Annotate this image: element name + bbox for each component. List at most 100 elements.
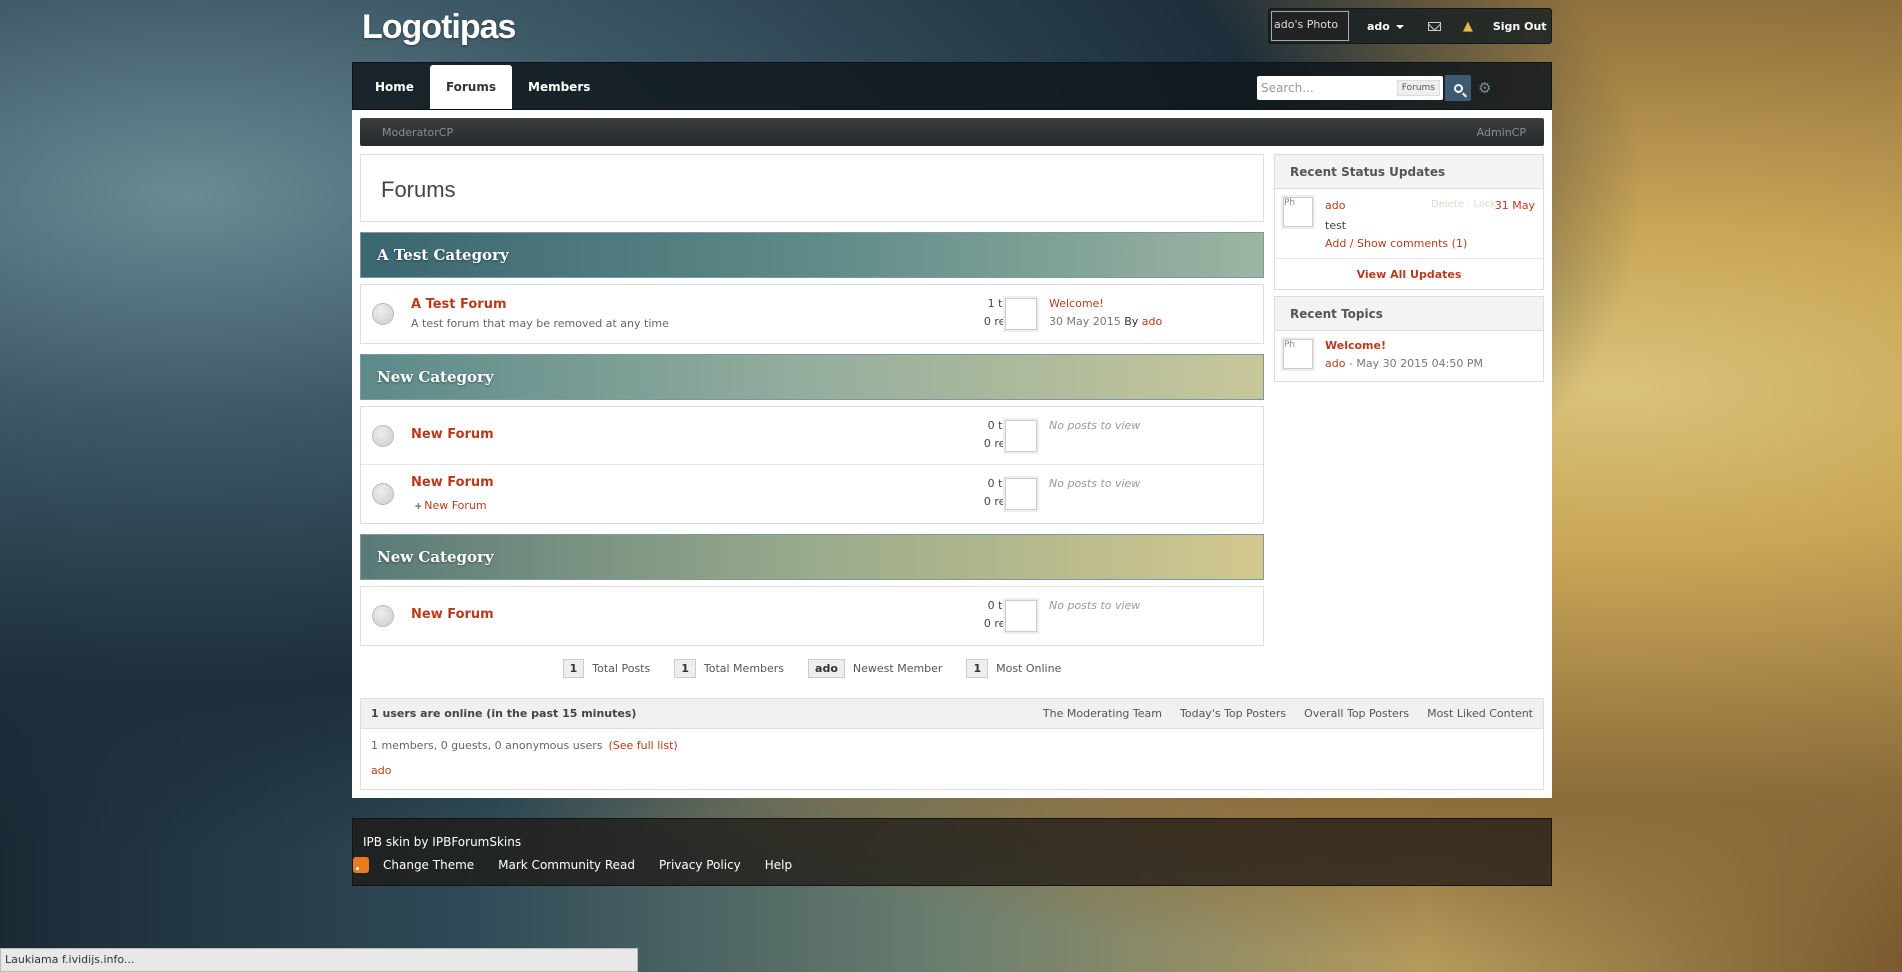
newest-member-link[interactable]: ado bbox=[808, 658, 845, 678]
gear-icon[interactable]: ⚙ bbox=[1478, 79, 1491, 97]
topic-author[interactable]: ado bbox=[1325, 357, 1345, 370]
bell-icon[interactable]: ▲ bbox=[1463, 19, 1473, 34]
forum-read-icon[interactable] bbox=[372, 425, 394, 447]
user-photo[interactable]: ado's Photo bbox=[1271, 11, 1349, 41]
no-posts-label: No posts to view bbox=[1049, 477, 1141, 490]
help-link[interactable]: Help bbox=[765, 858, 792, 872]
last-post-avatar bbox=[1005, 600, 1037, 632]
tab-members[interactable]: Members bbox=[512, 65, 606, 109]
forum-row: New Forum 0 topics 0 replies No posts to… bbox=[361, 407, 1263, 465]
stat-label: Newest Member bbox=[852, 661, 943, 675]
forum-list: New Forum 0 topics 0 replies No posts to… bbox=[360, 586, 1264, 646]
status-item: Ph ado Delete · Lock 31 May test Add / S… bbox=[1275, 189, 1543, 259]
last-post-author[interactable]: ado bbox=[1142, 315, 1162, 328]
mod-bar: ModeratorCP AdminCP bbox=[360, 118, 1544, 146]
sign-out-link[interactable]: Sign Out bbox=[1493, 20, 1547, 33]
page-content: ModeratorCP AdminCP Forums A Test Catego… bbox=[352, 110, 1552, 798]
stat-value: 1 bbox=[562, 658, 585, 678]
tab-home[interactable]: Home bbox=[359, 65, 430, 109]
forum-read-icon[interactable] bbox=[372, 303, 394, 325]
topic-item: Ph Welcome! ado - May 30 2015 04:50 PM bbox=[1275, 331, 1543, 381]
no-posts-label: No posts to view bbox=[1049, 599, 1141, 612]
forum-read-icon[interactable] bbox=[372, 483, 394, 505]
forum-list: A Test Forum A test forum that may be re… bbox=[360, 284, 1264, 344]
search-button[interactable] bbox=[1445, 75, 1471, 101]
last-post-title[interactable]: Welcome! bbox=[1049, 297, 1104, 310]
forum-list: New Forum 0 topics 0 replies No posts to… bbox=[360, 406, 1264, 524]
status-avatar[interactable]: Ph bbox=[1283, 197, 1313, 227]
skin-credit[interactable]: IPB skin by IPBForumSkins bbox=[363, 835, 1541, 849]
status-date[interactable]: 31 May bbox=[1495, 199, 1535, 212]
status-actions[interactable]: Delete · Lock bbox=[1431, 199, 1496, 210]
forum-title[interactable]: New Forum bbox=[411, 427, 494, 442]
browser-status-bar: Laukiama f.ividijs.info... bbox=[0, 948, 638, 972]
category-header[interactable]: New Category bbox=[360, 354, 1264, 400]
most-liked-content-link[interactable]: Most Liked Content bbox=[1427, 707, 1533, 720]
online-user-link[interactable]: ado bbox=[371, 764, 391, 777]
user-bar: ado's Photo ado ▲ Sign Out bbox=[1268, 8, 1552, 44]
chevron-down-icon[interactable] bbox=[1395, 25, 1404, 29]
stat-label: Most Online bbox=[996, 661, 1062, 675]
forum-row: New Forum New Forum 0 topics 0 replies N… bbox=[361, 465, 1263, 523]
status-text: test bbox=[1325, 219, 1347, 232]
forum-row: A Test Forum A test forum that may be re… bbox=[361, 285, 1263, 343]
board-stats: 1 Total Posts 1 Total Members ado Newest Me… bbox=[360, 658, 1264, 678]
moderating-team-link[interactable]: The Moderating Team bbox=[1043, 707, 1162, 720]
search-box[interactable]: Search... Forums bbox=[1257, 76, 1443, 100]
search-icon bbox=[1453, 83, 1463, 93]
online-links: The Moderating Team Today's Top Posters … bbox=[1043, 707, 1533, 720]
forum-title[interactable]: New Forum bbox=[411, 475, 494, 490]
stat-label: Total Members bbox=[703, 661, 785, 675]
see-full-list-link[interactable]: (See full list) bbox=[608, 739, 677, 752]
last-post-avatar bbox=[1005, 420, 1037, 452]
view-all-updates-link[interactable]: View All Updates bbox=[1275, 259, 1543, 289]
mark-read-link[interactable]: Mark Community Read bbox=[498, 858, 635, 872]
recent-topics-box: Recent Topics Ph Welcome! ado - May 30 2… bbox=[1274, 296, 1544, 382]
main-nav: Home Forums Members Search... Forums ⚙ bbox=[352, 62, 1552, 110]
username-menu[interactable]: ado bbox=[1367, 20, 1390, 33]
last-post-info: Welcome! 30 May 2015 By ado bbox=[1049, 297, 1163, 328]
category-header[interactable]: A Test Category bbox=[360, 232, 1264, 278]
mail-icon[interactable] bbox=[1427, 21, 1441, 31]
no-posts-label: No posts to view bbox=[1049, 419, 1141, 432]
page-title: Forums bbox=[360, 154, 1264, 222]
status-user[interactable]: ado bbox=[1325, 199, 1345, 212]
privacy-policy-link[interactable]: Privacy Policy bbox=[659, 858, 741, 872]
moderator-cp-link[interactable]: ModeratorCP bbox=[382, 126, 453, 139]
change-theme-link[interactable]: Change Theme bbox=[383, 858, 474, 872]
subforum-link[interactable]: New Forum bbox=[415, 499, 486, 512]
status-updates-title: Recent Status Updates bbox=[1275, 155, 1543, 189]
online-summary: 1 members, 0 guests, 0 anonymous users (S… bbox=[371, 739, 678, 752]
forum-index: Forums A Test Category A Test Forum A te… bbox=[360, 154, 1264, 678]
overall-top-posters-link[interactable]: Overall Top Posters bbox=[1304, 707, 1409, 720]
admin-cp-link[interactable]: AdminCP bbox=[1477, 126, 1526, 139]
footer: IPB skin by IPBForumSkins Change Theme M… bbox=[352, 818, 1552, 886]
stat-value: 1 bbox=[674, 658, 696, 678]
topic-meta: ado - May 30 2015 04:50 PM bbox=[1325, 357, 1483, 370]
footer-links: Change Theme Mark Community Read Privacy… bbox=[353, 857, 1541, 873]
search-scope[interactable]: Forums bbox=[1396, 80, 1440, 96]
last-post-avatar[interactable] bbox=[1005, 298, 1037, 330]
stat-value: 1 bbox=[966, 658, 989, 678]
status-comments-link[interactable]: Add / Show comments (1) bbox=[1325, 237, 1467, 250]
todays-top-posters-link[interactable]: Today's Top Posters bbox=[1180, 707, 1286, 720]
last-post-avatar bbox=[1005, 478, 1037, 510]
sidebar: Recent Status Updates Ph ado Delete · Lo… bbox=[1274, 154, 1544, 388]
forum-read-icon[interactable] bbox=[372, 605, 394, 627]
status-updates-box: Recent Status Updates Ph ado Delete · Lo… bbox=[1274, 154, 1544, 290]
search-input[interactable]: Search... bbox=[1257, 81, 1397, 95]
recent-topics-title: Recent Topics bbox=[1275, 297, 1543, 331]
forum-description: A test forum that may be removed at any … bbox=[411, 317, 669, 330]
site-logo[interactable]: Logotipas bbox=[362, 8, 516, 47]
stat-label: Total Posts bbox=[592, 661, 651, 675]
online-users: 1 users are online (in the past 15 minut… bbox=[360, 698, 1544, 790]
tab-forums[interactable]: Forums bbox=[429, 65, 512, 109]
rss-icon[interactable] bbox=[353, 857, 369, 873]
forum-title[interactable]: New Forum bbox=[411, 607, 494, 622]
online-title: 1 users are online (in the past 15 minut… bbox=[371, 707, 637, 720]
category-header[interactable]: New Category bbox=[360, 534, 1264, 580]
forum-row: New Forum 0 topics 0 replies No posts to… bbox=[361, 587, 1263, 645]
topic-avatar[interactable]: Ph bbox=[1283, 339, 1313, 369]
topic-title[interactable]: Welcome! bbox=[1325, 339, 1386, 352]
forum-title[interactable]: A Test Forum bbox=[411, 297, 507, 312]
